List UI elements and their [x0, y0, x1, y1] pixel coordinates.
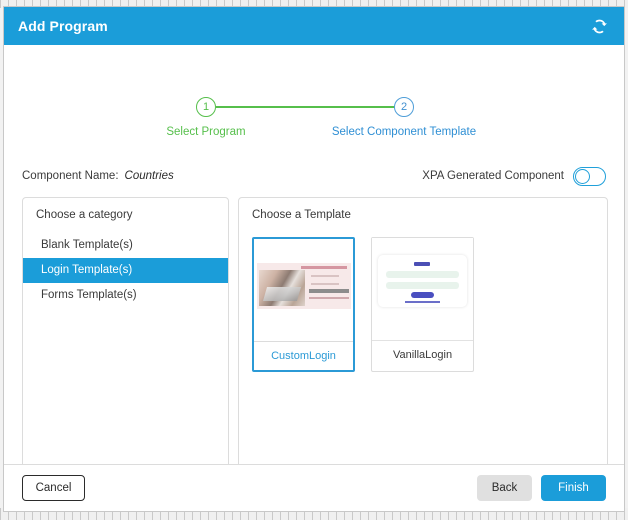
stepper-step-1-circle: 1 [196, 97, 216, 117]
component-name-value: Countries [124, 170, 174, 182]
toggle-knob [575, 168, 590, 184]
preview-footer-link [309, 297, 349, 299]
cancel-button[interactable]: Cancel [22, 475, 85, 501]
xpa-generated-component-toggle[interactable] [573, 166, 606, 186]
stepper-step-1-label: Select Program [166, 126, 246, 138]
dialog-title: Add Program [18, 18, 108, 34]
preview-field-1 [311, 275, 339, 277]
template-card-vanillalogin-label: VanillaLogin [372, 340, 473, 369]
custom-login-preview [257, 263, 351, 309]
preview-heading [301, 266, 347, 269]
preview-signin-button [411, 292, 434, 298]
stepper-step-2-label: Select Component Template [331, 126, 477, 138]
dialog-body: 1 Select Program 2 Select Component Temp… [4, 45, 624, 464]
stepper-step-select-program[interactable]: 1 Select Program [121, 97, 291, 138]
component-meta-row: Component Name: Countries XPA Generated … [4, 163, 624, 189]
component-name-label: Component Name: [22, 170, 119, 182]
stepper-step-select-component-template[interactable]: 2 Select Component Template [319, 97, 489, 138]
preview-field-2 [311, 283, 339, 285]
preview-signin-heading [414, 262, 430, 266]
category-item-forms-templates[interactable]: Forms Template(s) [23, 283, 228, 308]
choose-a-template-title: Choose a Template [252, 209, 351, 221]
category-item-blank-templates[interactable]: Blank Template(s) [23, 233, 228, 258]
template-card-customlogin-label: CustomLogin [254, 341, 353, 370]
add-program-dialog: Add Program 1 Select Program 2 Select Co… [3, 6, 625, 512]
choose-a-template-panel: Choose a Template CustomLogin VanillaLog… [238, 197, 608, 464]
template-grid: CustomLogin VanillaLogin [239, 221, 607, 372]
refresh-icon[interactable] [588, 15, 610, 37]
wizard-stepper: 1 Select Program 2 Select Component Temp… [4, 53, 624, 138]
vanilla-login-preview [378, 255, 467, 307]
refresh-icon-glyph [591, 19, 607, 33]
preview-username-field [386, 271, 459, 278]
choose-a-category-title: Choose a category [36, 209, 133, 221]
dialog-footer: Cancel Back Finish [4, 464, 624, 511]
template-card-customlogin[interactable]: CustomLogin [252, 237, 355, 372]
vanillalogin-thumbnail [372, 238, 473, 340]
preview-password-field [386, 282, 459, 289]
back-button[interactable]: Back [477, 475, 532, 501]
preview-forgot-link [405, 301, 440, 303]
xpa-generated-component-label: XPA Generated Component [422, 170, 564, 182]
template-card-vanillalogin[interactable]: VanillaLogin [371, 237, 474, 372]
selection-panels: Choose a category Blank Template(s) Logi… [22, 197, 608, 464]
category-item-login-templates[interactable]: Login Template(s) [23, 258, 228, 283]
customlogin-thumbnail [254, 239, 353, 341]
category-list: Blank Template(s) Login Template(s) Form… [23, 233, 228, 308]
finish-button[interactable]: Finish [541, 475, 606, 501]
choose-a-category-panel: Choose a category Blank Template(s) Logi… [22, 197, 229, 464]
preview-button [309, 289, 349, 293]
preview-photo [259, 270, 305, 306]
stepper-step-2-circle: 2 [394, 97, 414, 117]
dialog-titlebar: Add Program [4, 7, 624, 45]
